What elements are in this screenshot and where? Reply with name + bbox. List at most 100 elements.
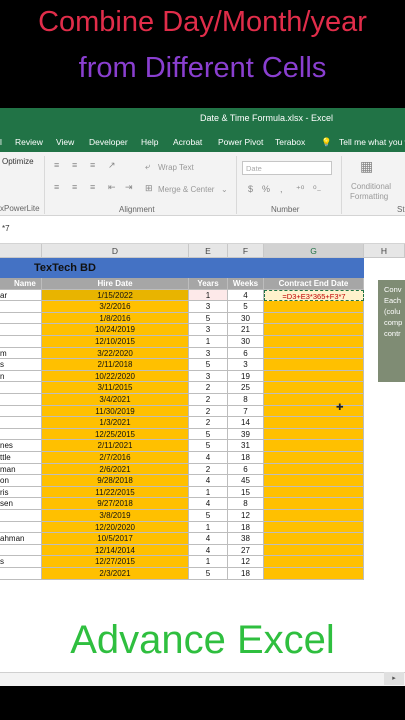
header-weeks[interactable]: Weeks: [228, 278, 264, 290]
name-cell[interactable]: ar: [0, 289, 42, 302]
weeks-cell[interactable]: 18: [228, 452, 264, 464]
contract-end-date-cell[interactable]: [264, 440, 364, 452]
hire-date-cell[interactable]: 3/22/2020: [42, 347, 189, 360]
hire-date-cell[interactable]: 10/22/2020: [42, 370, 189, 383]
column-header-g[interactable]: G: [264, 244, 364, 258]
contract-end-date-cell[interactable]: [264, 452, 364, 464]
optimize-button[interactable]: Optimize: [2, 157, 34, 166]
hire-date-cell[interactable]: 9/27/2018: [42, 498, 189, 510]
contract-end-date-cell[interactable]: [264, 568, 364, 580]
tab-developer[interactable]: Developer: [89, 137, 128, 147]
weeks-cell[interactable]: 30: [228, 312, 264, 325]
hire-date-cell[interactable]: 1/8/2016: [42, 312, 189, 325]
weeks-cell[interactable]: 25: [228, 382, 264, 394]
scroll-right-icon[interactable]: ▸: [384, 672, 404, 685]
contract-end-date-cell[interactable]: [264, 336, 364, 348]
weeks-cell[interactable]: 6: [228, 347, 264, 360]
contract-end-date-cell[interactable]: [264, 394, 364, 406]
years-cell[interactable]: 2: [189, 394, 228, 406]
align-left-icon[interactable]: ≡: [54, 182, 59, 192]
weeks-cell[interactable]: 7: [228, 405, 264, 418]
weeks-cell[interactable]: 8: [228, 394, 264, 406]
hire-date-cell[interactable]: 12/20/2020: [42, 521, 189, 534]
years-cell[interactable]: 3: [189, 301, 228, 313]
contract-end-date-cell[interactable]: [264, 382, 364, 394]
weeks-cell[interactable]: 15: [228, 486, 264, 499]
align-top-icon[interactable]: ≡: [54, 160, 59, 170]
header-years[interactable]: Years: [189, 278, 228, 290]
years-cell[interactable]: 1: [189, 336, 228, 348]
years-cell[interactable]: 1: [189, 521, 228, 534]
years-cell[interactable]: 2: [189, 417, 228, 429]
tab-view[interactable]: View: [56, 137, 74, 147]
name-cell[interactable]: man: [0, 463, 42, 476]
weeks-cell[interactable]: 38: [228, 533, 264, 545]
header-hire-date[interactable]: Hire Date: [42, 278, 189, 290]
name-cell[interactable]: nes: [0, 440, 42, 452]
name-cell[interactable]: sen: [0, 498, 42, 510]
hire-date-cell[interactable]: 10/24/2019: [42, 324, 189, 336]
hire-date-cell[interactable]: 11/30/2019: [42, 405, 189, 418]
hire-date-cell[interactable]: 12/14/2014: [42, 544, 189, 557]
increase-decimal-icon[interactable]: ⁺⁰: [296, 184, 304, 195]
weeks-cell[interactable]: 5: [228, 301, 264, 313]
years-cell[interactable]: 2: [189, 405, 228, 418]
contract-end-date-cell[interactable]: [264, 556, 364, 568]
years-cell[interactable]: 4: [189, 475, 228, 487]
hire-date-cell[interactable]: 2/3/2021: [42, 568, 189, 580]
worksheet-grid[interactable]: TexTech BD Name Hire Date Years Weeks Co…: [0, 258, 405, 672]
sheet-title-cell[interactable]: TexTech BD: [0, 258, 188, 278]
contract-end-date-cell[interactable]: [264, 347, 364, 360]
years-cell[interactable]: 1: [189, 289, 228, 302]
weeks-cell[interactable]: 4: [228, 289, 264, 302]
years-cell[interactable]: 4: [189, 533, 228, 545]
weeks-cell[interactable]: 45: [228, 475, 264, 487]
name-cell[interactable]: [0, 312, 42, 325]
name-cell[interactable]: [0, 428, 42, 441]
tab-terabox[interactable]: Terabox: [275, 137, 305, 147]
merge-dropdown-icon[interactable]: ⌄: [221, 185, 228, 194]
years-cell[interactable]: 5: [189, 312, 228, 325]
years-cell[interactable]: 5: [189, 428, 228, 441]
contract-end-date-cell[interactable]: [264, 301, 364, 313]
years-cell[interactable]: 5: [189, 510, 228, 522]
weeks-cell[interactable]: 12: [228, 556, 264, 568]
contract-end-date-cell[interactable]: [264, 510, 364, 522]
hire-date-cell[interactable]: 2/11/2021: [42, 440, 189, 452]
hire-date-cell[interactable]: 11/22/2015: [42, 486, 189, 499]
hire-date-cell[interactable]: 3/2/2016: [42, 301, 189, 313]
hire-date-cell[interactable]: 1/15/2022: [42, 289, 189, 302]
weeks-cell[interactable]: 18: [228, 568, 264, 580]
weeks-cell[interactable]: 21: [228, 324, 264, 336]
decrease-decimal-icon[interactable]: ⁰₋: [313, 184, 321, 195]
contract-end-date-cell[interactable]: [264, 486, 364, 499]
contract-end-date-cell[interactable]: [264, 370, 364, 383]
name-cell[interactable]: s: [0, 556, 42, 568]
name-cell[interactable]: [0, 382, 42, 394]
name-cell[interactable]: [0, 394, 42, 406]
column-header-e[interactable]: E: [189, 244, 228, 258]
formula-bar[interactable]: *7: [0, 216, 405, 244]
increase-indent-icon[interactable]: ⇥: [125, 182, 133, 193]
contract-end-date-cell[interactable]: [264, 498, 364, 510]
number-format-select[interactable]: Date: [242, 161, 332, 175]
hire-date-cell[interactable]: 12/10/2015: [42, 336, 189, 348]
weeks-cell[interactable]: 31: [228, 440, 264, 452]
column-header-c[interactable]: [0, 244, 42, 258]
contract-end-date-cell[interactable]: [264, 417, 364, 429]
decrease-indent-icon[interactable]: ⇤: [108, 182, 116, 193]
hire-date-cell[interactable]: 12/27/2015: [42, 556, 189, 568]
name-cell[interactable]: ris: [0, 486, 42, 499]
horizontal-scroll-area[interactable]: [0, 672, 405, 686]
wrap-text-button[interactable]: Wrap Text: [158, 163, 194, 172]
years-cell[interactable]: 3: [189, 347, 228, 360]
name-cell[interactable]: on: [0, 475, 42, 487]
weeks-cell[interactable]: 6: [228, 463, 264, 476]
tab-acrobat[interactable]: Acrobat: [173, 137, 202, 147]
name-cell[interactable]: ahman: [0, 533, 42, 545]
hire-date-cell[interactable]: 3/8/2019: [42, 510, 189, 522]
hire-date-cell[interactable]: 3/11/2015: [42, 382, 189, 394]
weeks-cell[interactable]: 39: [228, 428, 264, 441]
weeks-cell[interactable]: 18: [228, 521, 264, 534]
name-cell[interactable]: n: [0, 370, 42, 383]
